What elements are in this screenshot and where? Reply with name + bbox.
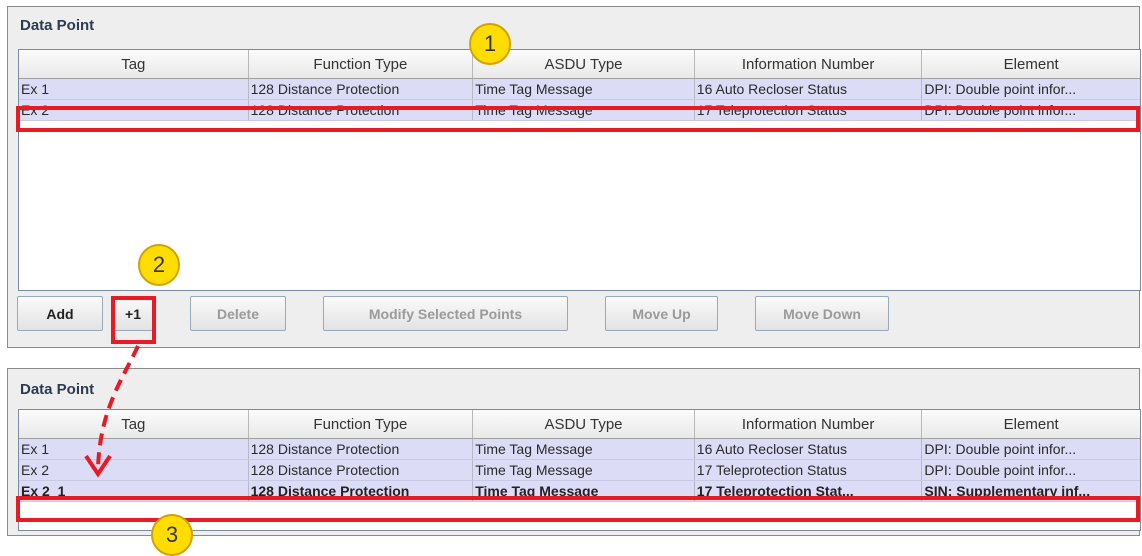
- callout-2-badge: 2: [138, 244, 180, 286]
- callout-1-badge: 1: [469, 23, 511, 65]
- callout-3-badge: 3: [151, 514, 193, 556]
